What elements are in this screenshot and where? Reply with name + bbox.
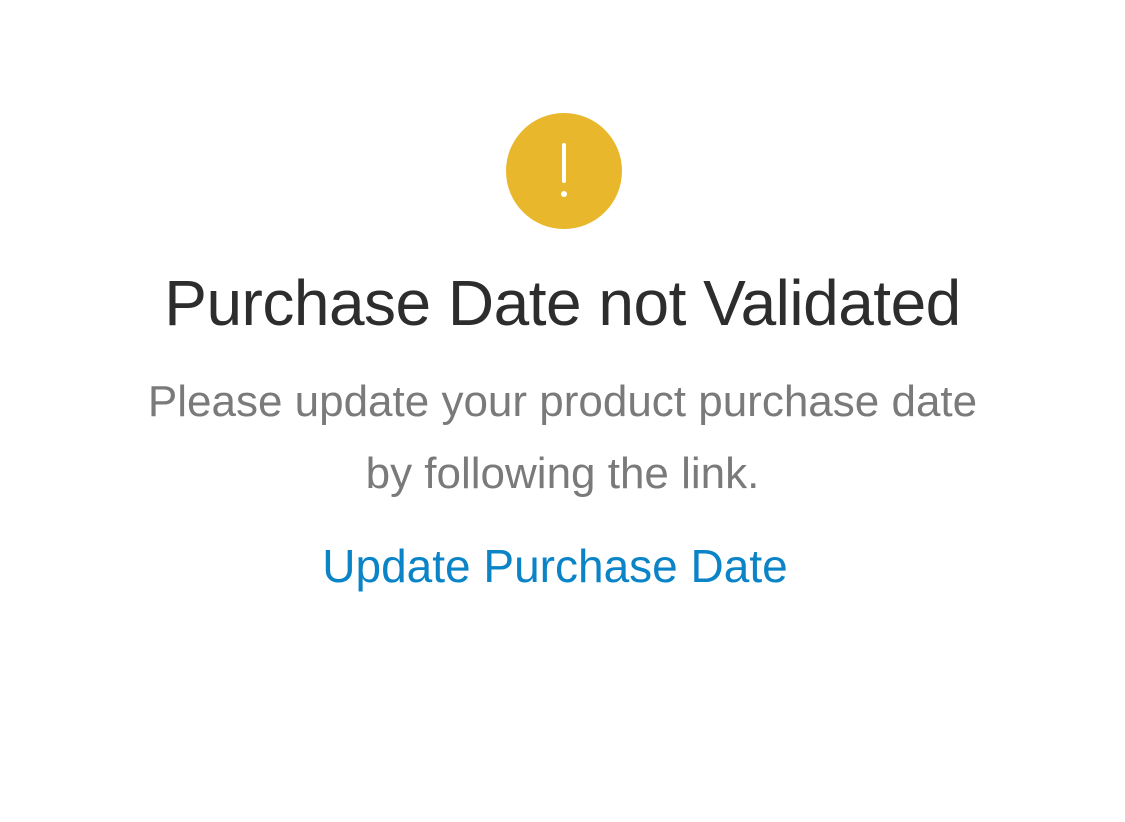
update-purchase-date-link[interactable]: Update Purchase Date xyxy=(0,530,1110,602)
alert-title: Purchase Date not Validated xyxy=(164,267,961,339)
exclamation-bar xyxy=(562,143,566,183)
alert-message: Please update your product purchase date… xyxy=(80,366,1045,510)
alert-message-line: by following the link. xyxy=(365,449,760,498)
exclamation-icon xyxy=(506,113,622,229)
alert-page: Purchase Date not Validated Please updat… xyxy=(0,0,1125,822)
alert-message-line: Please update your product purchase date xyxy=(147,377,978,426)
exclamation-dot xyxy=(561,191,567,197)
